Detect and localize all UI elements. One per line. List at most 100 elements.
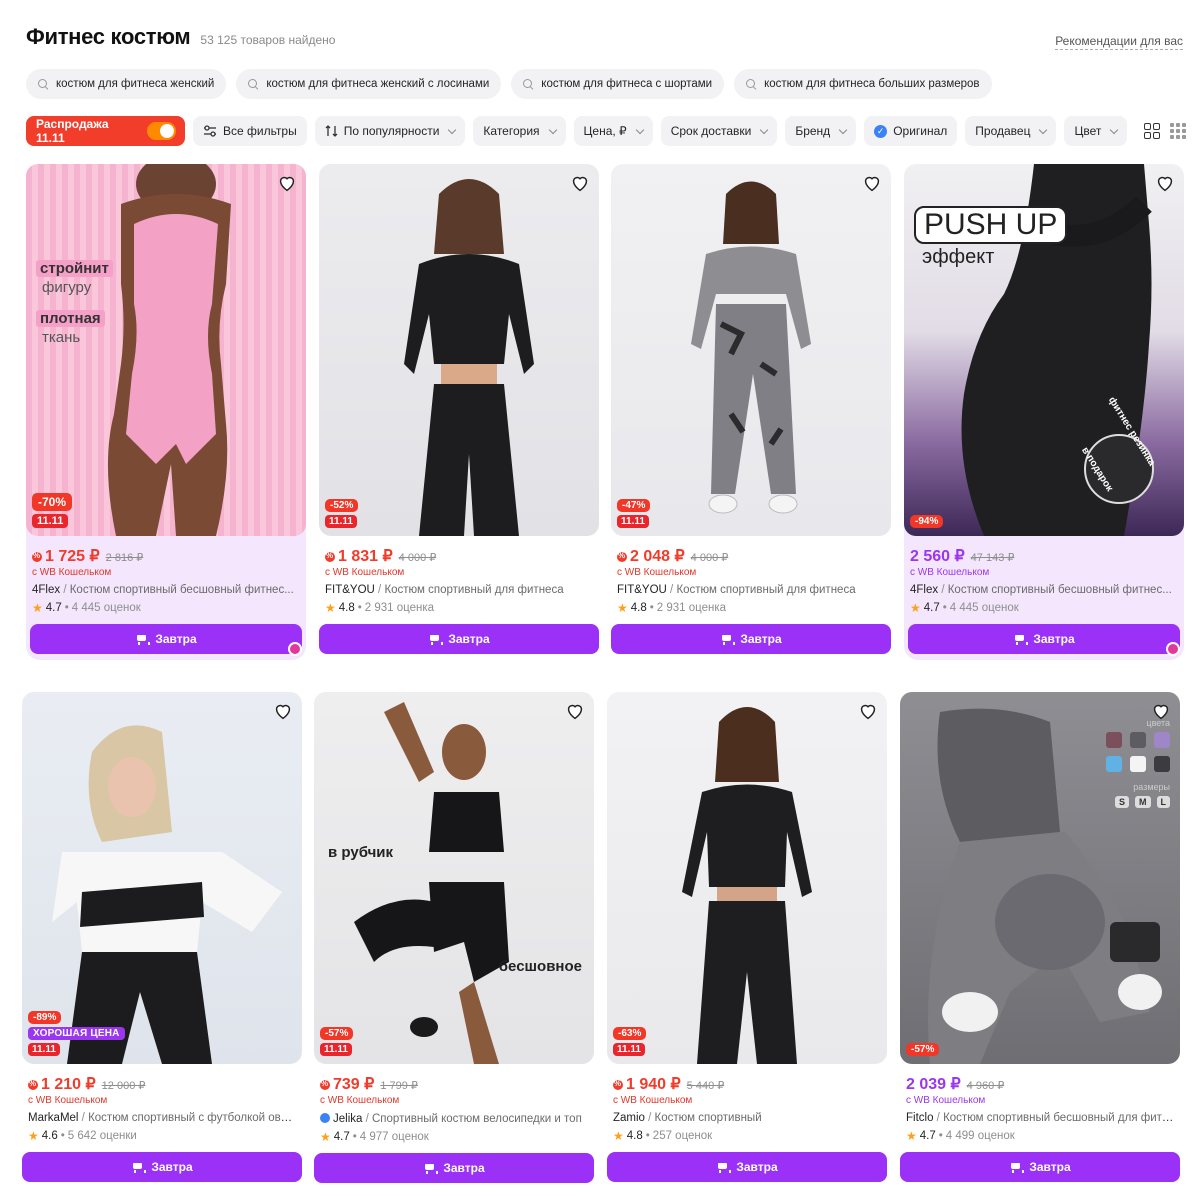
color-swatch [1106,732,1122,748]
cart-icon [1009,1162,1025,1173]
product-photo[interactable]: стройнит фигуру плотная ткань -70% 11.11 [26,164,306,536]
promo-overlay: стройнит фигуру плотная ткань [36,260,113,346]
rating-row: ★ 4.7 • 4 445 оценок [32,601,141,615]
wallet-icon [325,551,335,562]
old-price: 4 960 ₽ [966,1080,1005,1092]
product-card[interactable]: стройнит фигуру плотная ткань -70% 11.11… [26,164,306,660]
product-title[interactable]: Fitclo / Костюм спортивный бесшовный для… [900,1112,1174,1124]
price: 1 210 ₽ [41,1076,96,1093]
product-photo[interactable]: -89% ХОРОШАЯ ЦЕНА 11.11 [22,692,302,1064]
add-to-cart-button[interactable]: Завтра [22,1152,302,1182]
product-photo[interactable]: PUSH UP эффект фитнес резинка в подарок … [904,164,1184,536]
discount-badge: -57% [320,1027,354,1040]
product-card[interactable]: цвета размеры S M L -57% 2 039 ₽ 4 960 ₽… [900,692,1180,1182]
star-icon: ★ [613,1129,624,1143]
price: 1 831 ₽ [338,548,393,565]
add-to-cart-button[interactable]: Завтра [319,624,599,654]
heart-icon[interactable] [564,700,586,722]
event-badge: 11.11 [28,1043,60,1056]
badge-group: -94% [910,515,944,528]
price-row: 2 048 ₽ 4 000 ₽ [611,546,891,566]
color-swatch [1130,732,1146,748]
heart-icon[interactable] [857,700,879,722]
color-swatch [1154,756,1170,772]
color-swatch [1154,732,1170,748]
wallet-note: с WB Кошельком [906,1095,986,1106]
price: 2 048 ₽ [630,548,685,565]
product-card[interactable]: PUSH UP эффект фитнес резинка в подарок … [904,164,1184,660]
discount-badge: -47% [617,499,651,512]
old-price: 47 143 ₽ [970,552,1015,564]
product-title[interactable]: FIT&YOU / Костюм спортивный для фитнеса [611,584,885,596]
discount-badge: -52% [325,499,359,512]
model-image [52,725,282,1064]
product-photo[interactable]: -63% 11.11 [607,692,887,1064]
product-title[interactable]: FIT&YOU / Костюм спортивный для фитнеса [319,584,593,596]
cart-icon [423,1163,439,1174]
price-row: 2 039 ₽ 4 960 ₽ [900,1074,1180,1094]
event-badge: 11.11 [320,1043,352,1056]
cart-icon [131,1162,147,1173]
add-to-cart-button[interactable]: Завтра [314,1153,594,1183]
rating-row: ★ 4.8 • 2 931 оценка [325,601,435,615]
heart-icon[interactable] [276,172,298,194]
product-title[interactable]: Jelika / Спортивный костюм велосипедки и… [314,1112,588,1125]
old-price: 4 000 ₽ [398,552,437,564]
product-photo[interactable]: -47% 11.11 [611,164,891,536]
model-image [404,179,534,536]
model-image [682,707,812,1064]
badge-group: -70% 11.11 [32,493,73,528]
discount-badge: -63% [613,1027,647,1040]
product-photo[interactable]: цвета размеры S M L -57% [900,692,1180,1064]
price: 1 940 ₽ [626,1076,681,1093]
discount-badge: -70% [32,493,73,511]
heart-icon[interactable] [272,700,294,722]
cart-icon [720,634,736,645]
rating-row: ★ 4.7 • 4 445 оценок [910,601,1019,615]
product-photo[interactable]: в рубчик бесшовное -57% 11.11 [314,692,594,1064]
product-title[interactable]: Zamio / Костюм спортивный [607,1112,881,1124]
price: 739 ₽ [333,1076,375,1093]
model-image [354,702,509,1064]
good-price-badge: ХОРОШАЯ ЦЕНА [28,1027,125,1040]
badge-group: -63% 11.11 [613,1027,647,1056]
product-title[interactable]: 4Flex / Костюм спортивный бесшовный фитн… [26,584,300,596]
star-icon: ★ [32,601,43,615]
add-to-cart-button[interactable]: Завтра [908,624,1180,654]
old-price: 2 816 ₽ [105,552,144,564]
add-to-cart-button[interactable]: Завтра [900,1152,1180,1182]
badge-group: -52% 11.11 [325,499,359,528]
product-card[interactable]: -47% 11.11 2 048 ₽ 4 000 ₽ с WB Кошелько… [611,164,891,654]
product-card[interactable]: -52% 11.11 1 831 ₽ 4 000 ₽ с WB Кошелько… [319,164,599,654]
ad-icon [288,642,302,656]
wallet-note: с WB Кошельком [320,1095,400,1106]
variant-overlay: цвета размеры S M L [1090,718,1170,808]
product-title[interactable]: 4Flex / Костюм спортивный бесшовный фитн… [904,584,1178,596]
wallet-icon [613,1079,623,1090]
product-card[interactable]: -63% 11.11 1 940 ₽ 5 440 ₽ с WB Кошелько… [607,692,887,1182]
product-card[interactable]: в рубчик бесшовное -57% 11.11 739 ₽ 1 79… [314,692,594,1183]
heart-icon[interactable] [861,172,883,194]
product-card[interactable]: -89% ХОРОШАЯ ЦЕНА 11.11 1 210 ₽ 12 000 ₽… [22,692,302,1182]
discount-badge: -57% [906,1043,940,1056]
wallet-note: с WB Кошельком [32,567,112,578]
badge-group: -57% 11.11 [320,1027,354,1056]
product-grid: стройнит фигуру плотная ткань -70% 11.11… [0,0,1200,1198]
heart-icon[interactable] [569,172,591,194]
rating-row: ★ 4.7 • 4 499 оценок [906,1129,1015,1143]
add-to-cart-button[interactable]: Завтра [30,624,302,654]
price-row: 739 ₽ 1 799 ₽ [314,1074,594,1094]
event-badge: 11.11 [32,514,69,528]
star-icon: ★ [28,1129,39,1143]
cart-icon [135,634,151,645]
wallet-icon [320,1079,330,1090]
old-price: 1 799 ₽ [380,1080,418,1092]
product-photo[interactable]: -52% 11.11 [319,164,599,536]
model-image [107,164,231,536]
heart-icon[interactable] [1150,700,1172,722]
add-to-cart-button[interactable]: Завтра [611,624,891,654]
add-to-cart-button[interactable]: Завтра [607,1152,887,1182]
wallet-icon [32,551,42,562]
heart-icon[interactable] [1154,172,1176,194]
product-title[interactable]: MarkaMel / Костюм спортивный с футболкой… [22,1112,296,1124]
